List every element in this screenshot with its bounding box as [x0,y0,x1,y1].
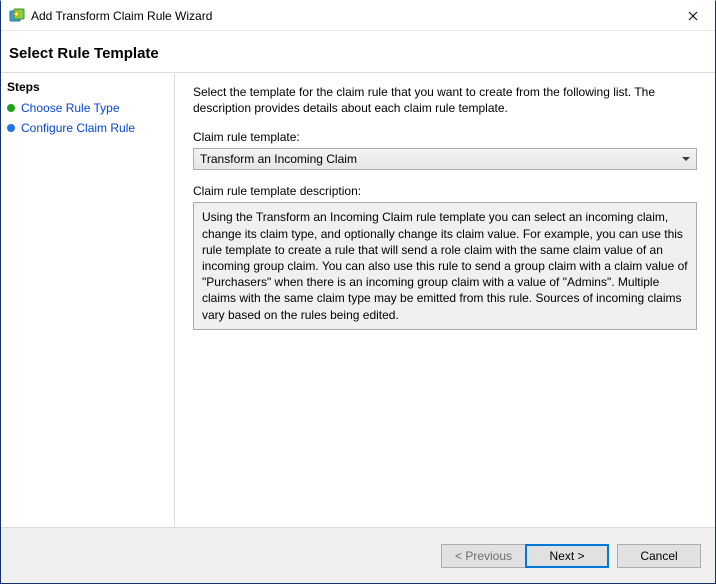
step-configure-claim-rule[interactable]: Configure Claim Rule [1,118,174,138]
instructions-text: Select the template for the claim rule t… [193,84,697,116]
content-pane: Select the template for the claim rule t… [175,74,715,527]
previous-button: < Previous [441,544,525,568]
step-choose-rule-type[interactable]: Choose Rule Type [1,98,174,118]
cancel-button[interactable]: Cancel [617,544,701,568]
app-icon [9,8,25,24]
chevron-down-icon [682,157,690,161]
next-button[interactable]: Next > [525,544,609,568]
page-title: Select Rule Template [1,31,715,73]
claim-rule-description-label: Claim rule template description: [193,184,697,198]
wizard-footer: < Previous Next > Cancel [1,528,715,583]
steps-heading: Steps [1,74,174,98]
window-title: Add Transform Claim Rule Wizard [31,9,670,23]
claim-rule-template-label: Claim rule template: [193,130,697,144]
claim-rule-template-dropdown[interactable]: Transform an Incoming Claim [193,148,697,170]
steps-sidebar: Steps Choose Rule Type Configure Claim R… [1,74,175,527]
step-bullet-icon [7,104,15,112]
dropdown-selected-value: Transform an Incoming Claim [200,152,357,166]
step-bullet-icon [7,124,15,132]
close-button[interactable] [670,1,715,30]
claim-rule-description-text: Using the Transform an Incoming Claim ru… [193,202,697,329]
step-label: Choose Rule Type [21,101,120,115]
title-bar: Add Transform Claim Rule Wizard [1,1,715,31]
step-label: Configure Claim Rule [21,121,135,135]
